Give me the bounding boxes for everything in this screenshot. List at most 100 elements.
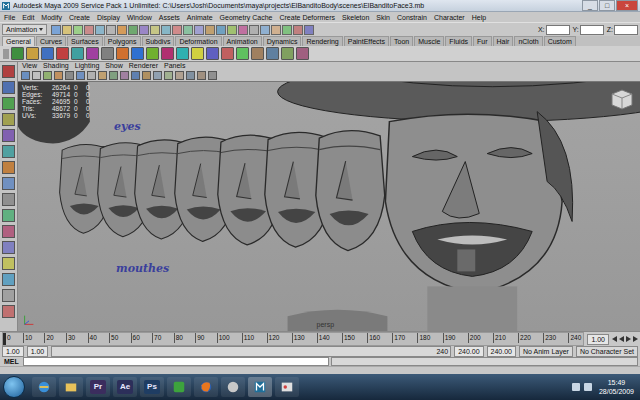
panel-tool-icon[interactable] [197, 71, 206, 80]
shelf-icon[interactable] [11, 47, 24, 60]
shelf-tab[interactable]: Toon [390, 36, 413, 46]
coordinate-input[interactable] [546, 25, 570, 35]
tool-icon[interactable] [51, 25, 61, 35]
shelf-icon[interactable] [191, 47, 204, 60]
menu-item[interactable]: Skin [376, 13, 390, 22]
tool-icon[interactable] [2, 161, 15, 174]
view-cube-icon[interactable] [610, 88, 634, 110]
panel-menu-item[interactable]: Panels [164, 62, 185, 70]
tool-icon[interactable] [150, 25, 160, 35]
tool-icon[interactable] [117, 25, 127, 35]
tool-icon[interactable] [2, 257, 15, 270]
tool-icon[interactable] [172, 25, 182, 35]
menu-item[interactable]: Edit [22, 13, 34, 22]
tool-icon[interactable] [2, 289, 15, 302]
tool-icon[interactable] [2, 241, 15, 254]
panel-tool-icon[interactable] [76, 71, 85, 80]
tool-icon[interactable] [282, 25, 292, 35]
shelf-icon[interactable] [266, 47, 279, 60]
tool-icon[interactable] [2, 65, 15, 78]
shelf-tab[interactable]: General [2, 36, 35, 46]
shelf-tab[interactable]: Fur [473, 36, 492, 46]
shelf-tab[interactable]: Polygons [104, 36, 141, 46]
panel-tool-icon[interactable] [164, 71, 173, 80]
shelf-tab[interactable]: Hair [493, 36, 514, 46]
shelf-menu-icon[interactable] [3, 49, 9, 59]
panel-tool-icon[interactable] [21, 71, 30, 80]
panel-tool-icon[interactable] [153, 71, 162, 80]
shelf-tab[interactable]: Muscle [414, 36, 444, 46]
current-frame-marker[interactable] [3, 333, 6, 345]
network-icon[interactable] [572, 383, 580, 391]
range-handle[interactable]: 240 [52, 347, 450, 356]
shelf-icon[interactable] [236, 47, 249, 60]
panel-tool-icon[interactable] [65, 71, 74, 80]
shelf-tab[interactable]: Custom [544, 36, 576, 46]
taskbar-app[interactable] [59, 377, 83, 397]
shelf-tab[interactable]: Subdivs [142, 36, 175, 46]
step-back-icon[interactable] [612, 336, 617, 342]
panel-menu-item[interactable]: Show [105, 62, 123, 70]
shelf-icon[interactable] [26, 47, 39, 60]
tool-icon[interactable] [227, 25, 237, 35]
tool-icon[interactable] [106, 25, 116, 35]
shelf-tab[interactable]: Rendering [302, 36, 342, 46]
shelf-icon[interactable] [176, 47, 189, 60]
start-orb-icon[interactable] [3, 376, 25, 398]
panel-menu-item[interactable]: View [22, 62, 37, 70]
panel-tool-icon[interactable] [175, 71, 184, 80]
anim-layer-dropdown[interactable]: No Anim Layer [519, 346, 573, 357]
coordinate-input[interactable] [580, 25, 604, 35]
menu-item[interactable]: Assets [159, 13, 180, 22]
panel-tool-icon[interactable] [208, 71, 217, 80]
mode-dropdown[interactable]: Animation [2, 24, 47, 35]
shelf-icon[interactable] [131, 47, 144, 60]
shelf-icon[interactable] [161, 47, 174, 60]
tool-icon[interactable] [260, 25, 270, 35]
play-forward-icon[interactable] [626, 336, 631, 342]
tool-icon[interactable] [62, 25, 72, 35]
shelf-icon[interactable] [101, 47, 114, 60]
tool-icon[interactable] [139, 25, 149, 35]
tool-icon[interactable] [161, 25, 171, 35]
taskbar-app[interactable] [221, 377, 245, 397]
menu-item[interactable]: Modify [41, 13, 62, 22]
menu-item[interactable]: Window [127, 13, 152, 22]
panel-tool-icon[interactable] [43, 71, 52, 80]
tool-icon[interactable] [2, 273, 15, 286]
panel-tool-icon[interactable] [98, 71, 107, 80]
tool-icon[interactable] [205, 25, 215, 35]
step-forward-icon[interactable] [633, 336, 638, 342]
tool-icon[interactable] [194, 25, 204, 35]
panel-tool-icon[interactable] [87, 71, 96, 80]
tool-icon[interactable] [2, 97, 15, 110]
taskbar-app[interactable] [275, 377, 299, 397]
clock[interactable]: 15:4928/05/2009 [596, 378, 637, 396]
menu-item[interactable]: Create [69, 13, 90, 22]
shelf-tab[interactable]: Curves [36, 36, 66, 46]
menu-item[interactable]: File [4, 13, 15, 22]
shelf-tab[interactable]: nCloth [514, 36, 542, 46]
shelf-icon[interactable] [116, 47, 129, 60]
taskbar-app[interactable]: Ps [140, 377, 164, 397]
tool-icon[interactable] [128, 25, 138, 35]
start-time-field[interactable]: 1.00 [2, 346, 24, 357]
menu-item[interactable]: Help [472, 13, 486, 22]
menu-item[interactable]: Geometry Cache [220, 13, 273, 22]
tool-icon[interactable] [2, 209, 15, 222]
panel-tool-icon[interactable] [142, 71, 151, 80]
tool-icon[interactable] [2, 305, 15, 318]
tool-icon[interactable] [2, 193, 15, 206]
panel-menu-item[interactable]: Renderer [129, 62, 158, 70]
shelf-tab[interactable]: Fluids [445, 36, 472, 46]
taskbar-app[interactable] [194, 377, 218, 397]
tool-icon[interactable] [84, 25, 94, 35]
command-type-label[interactable]: MEL [2, 358, 21, 366]
end-time-field[interactable]: 240.00 [487, 346, 516, 357]
window-control-button[interactable]: _ [582, 0, 598, 11]
taskbar-app[interactable] [248, 377, 272, 397]
shelf-tab[interactable]: PaintEffects [344, 36, 389, 46]
panel-tool-icon[interactable] [186, 71, 195, 80]
shelf-icon[interactable] [206, 47, 219, 60]
tool-icon[interactable] [304, 25, 314, 35]
